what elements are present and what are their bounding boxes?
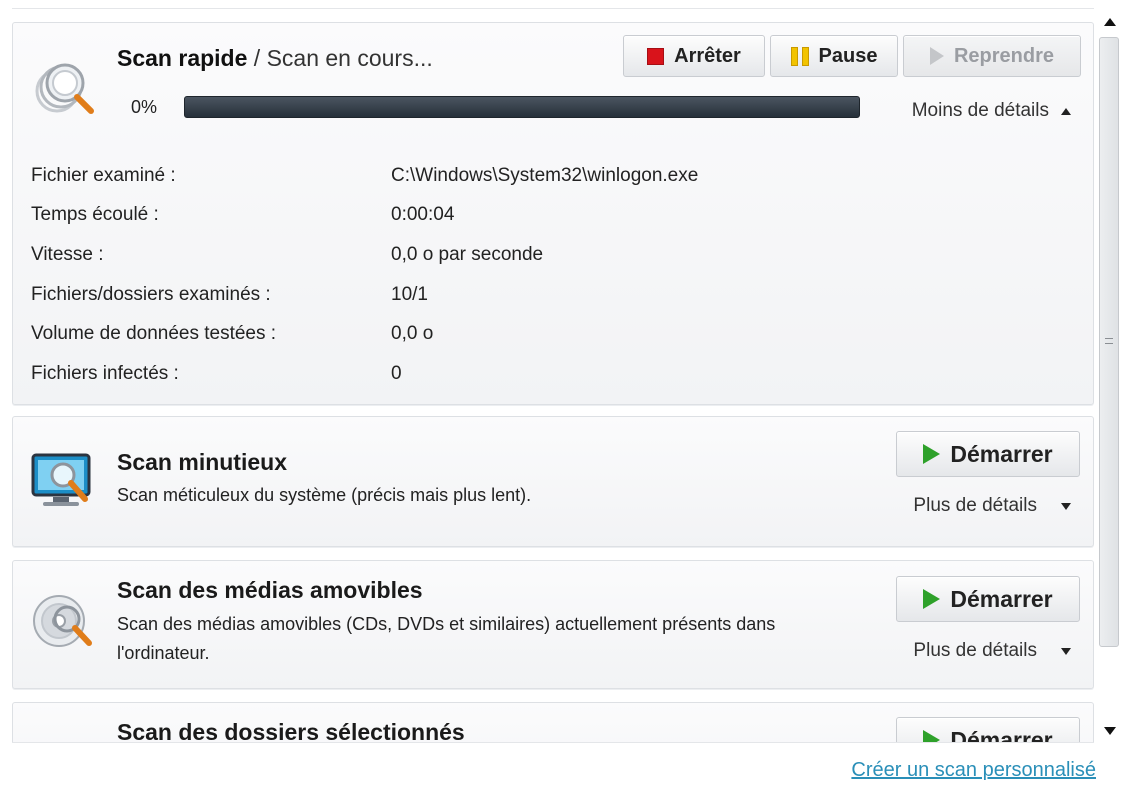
progress-bar: [184, 96, 860, 118]
folder-scan-title: Scan des dossiers sélectionnés: [117, 719, 465, 742]
progress-percent: 0%: [131, 97, 158, 117]
stop-icon: [647, 47, 665, 65]
create-custom-scan-link[interactable]: Créer un scan personnalisé: [851, 759, 1096, 782]
grip-icon: [1105, 338, 1113, 344]
pause-button[interactable]: Pause: [770, 35, 898, 77]
scan-status: Scan en cours...: [266, 45, 433, 71]
less-details-toggle[interactable]: Moins de détails: [912, 100, 1071, 122]
removable-scan-description: Scan des médias amovibles (CDs, DVDs et …: [117, 614, 776, 663]
collapse-arrow-icon: [1061, 107, 1071, 115]
expand-arrow-icon: [1061, 647, 1071, 655]
disc-magnifier-icon: [33, 595, 92, 647]
quick-scan-icon: [35, 63, 94, 114]
removable-scan-title: Scan des médias amovibles: [117, 577, 423, 603]
scroll-up-arrow-icon[interactable]: [1104, 18, 1116, 26]
scroll-down-arrow-icon[interactable]: [1104, 727, 1116, 735]
scan-list: Scan rapide / Scan en cours... Arrêter P…: [0, 0, 1097, 742]
play-icon: [929, 47, 944, 65]
detail-row-infected: Fichiers infectés :0: [31, 363, 402, 384]
scrollbar-thumb[interactable]: [1099, 37, 1119, 647]
full-scan-panel: Scan minutieux Scan méticuleux du systèm…: [12, 416, 1094, 547]
vertical-scrollbar[interactable]: [1097, 10, 1121, 743]
removable-scan-start-button[interactable]: Démarrer: [896, 576, 1080, 622]
resume-button[interactable]: Reprendre: [903, 35, 1081, 77]
quick-scan-panel: Scan rapide / Scan en cours... Arrêter P…: [12, 22, 1094, 405]
folder-scan-panel: Scan des dossiers sélectionnés Démarrer: [12, 702, 1094, 742]
expand-arrow-icon: [1061, 502, 1071, 510]
bottom-divider: [12, 742, 1094, 743]
folder-scan-start-button[interactable]: Démarrer: [896, 717, 1080, 742]
detail-row-elapsed: Temps écoulé :0:00:04: [31, 204, 455, 225]
play-icon: [923, 444, 941, 464]
detail-row-file: Fichier examiné : C:\Windows\System32\win…: [31, 165, 699, 186]
monitor-magnifier-icon: [31, 453, 91, 506]
stop-button[interactable]: Arrêter: [623, 35, 765, 77]
detail-row-data-volume: Volume de données testées :0,0 o: [31, 323, 434, 344]
full-scan-title: Scan minutieux: [117, 449, 287, 475]
quick-scan-title: Scan rapide / Scan en cours...: [117, 45, 433, 71]
removable-scan-panel: Scan des médias amovibles Scan des média…: [12, 560, 1094, 689]
pause-icon: [790, 46, 809, 66]
play-icon: [923, 589, 941, 609]
play-icon: [923, 730, 941, 742]
full-scan-start-button[interactable]: Démarrer: [896, 431, 1080, 477]
full-scan-description: Scan méticuleux du système (précis mais …: [117, 485, 532, 505]
removable-scan-more-details-toggle[interactable]: Plus de détails: [913, 640, 1071, 662]
folder-icon: [27, 727, 101, 742]
detail-row-speed: Vitesse :0,0 o par seconde: [31, 244, 544, 265]
detail-row-files-folders: Fichiers/dossiers examinés :10/1: [31, 284, 428, 305]
full-scan-more-details-toggle[interactable]: Plus de détails: [913, 495, 1071, 517]
